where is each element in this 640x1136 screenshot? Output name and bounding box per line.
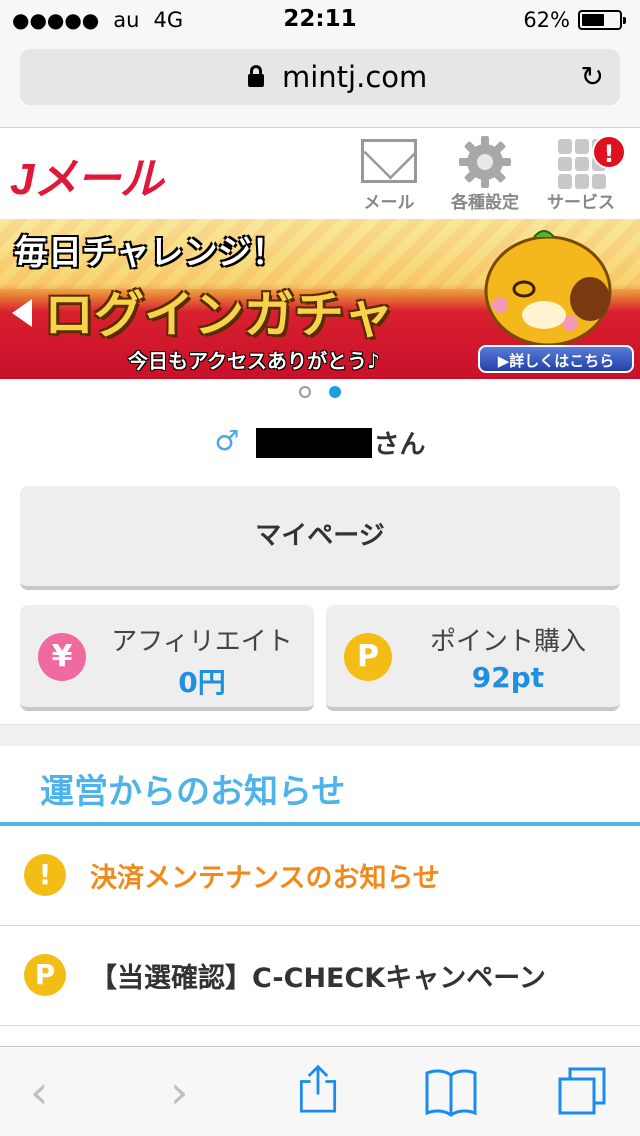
news-item-title: 決済メンテナンスのお知らせ [90, 863, 440, 894]
url-domain: mintj.com [282, 60, 428, 94]
redacted-username [255, 427, 372, 458]
site-header: Jメール メール 各種設定 ! サービス [0, 129, 640, 219]
browser-toolbar: ‹ › [0, 1046, 640, 1136]
carousel-dot-2[interactable] [329, 386, 341, 398]
mail-icon [361, 139, 417, 183]
nav-settings-button[interactable]: 各種設定 [440, 133, 530, 217]
news-item[interactable]: ! 決済メンテナンスのお知らせ [0, 826, 640, 926]
site-logo[interactable]: Jメール [10, 143, 163, 207]
back-icon[interactable]: ‹ [30, 1067, 48, 1117]
reload-icon[interactable]: ↻ [581, 63, 604, 91]
carousel-indicator [0, 386, 640, 406]
affiliate-value: 0円 [178, 666, 226, 699]
points-value: 92pt [471, 661, 545, 694]
affiliate-label: アフィリエイト [111, 627, 293, 657]
honorific: さん [373, 430, 426, 460]
affiliate-button[interactable]: ¥ アフィリエイト 0円 [20, 605, 314, 711]
banner-detail-button[interactable]: ▶詳しくはこちら [478, 345, 634, 373]
battery-icon [578, 10, 626, 30]
banner-title: ログインガチャ [44, 286, 394, 344]
status-bar: ●●●●● au 4G 22:11 62% [0, 0, 640, 40]
points-icon: P [24, 954, 66, 996]
lock-icon [248, 65, 264, 87]
male-icon: ♂ [214, 424, 240, 457]
section-divider [0, 724, 640, 746]
mascot-image [484, 230, 612, 345]
nav-settings-label: 各種設定 [451, 193, 519, 213]
forward-icon[interactable]: › [170, 1067, 188, 1117]
banner-prev-arrow-icon[interactable] [12, 299, 32, 327]
points-label: ポイント購入 [429, 627, 586, 657]
news-item[interactable]: P 【当選確認】C-CHECKキャンペーン [0, 926, 640, 1026]
point-purchase-button[interactable]: P ポイント購入 92pt [326, 605, 620, 711]
battery-percent: 62% [523, 8, 570, 32]
news-heading: 運営からのお知らせ [40, 772, 346, 812]
nav-services-button[interactable]: ! サービス [536, 133, 626, 217]
address-bar[interactable]: mintj.com ↻ [20, 49, 620, 105]
share-icon[interactable] [296, 1063, 340, 1113]
battery-info: 62% [523, 8, 626, 32]
banner-subtitle: 今日もアクセスありがとう♪ [128, 349, 380, 373]
points-icon: P [344, 633, 392, 681]
gear-icon [459, 136, 511, 188]
login-gacha-banner[interactable]: 毎日チャレンジ！ ログインガチャ 今日もアクセスありがとう♪ ▶詳しくはこちら [0, 219, 640, 379]
carousel-dot-1[interactable] [299, 386, 311, 398]
bookmarks-icon[interactable] [424, 1067, 478, 1117]
mypage-button[interactable]: マイページ [20, 486, 620, 590]
nav-mail-label: メール [363, 193, 415, 213]
yen-icon: ¥ [38, 633, 86, 681]
alert-badge: ! [592, 135, 626, 169]
news-item-title: 【当選確認】C-CHECKキャンペーン [90, 963, 546, 994]
user-greeting: ♂ さん [0, 424, 640, 464]
nav-services-label: サービス [547, 193, 615, 213]
banner-headline: 毎日チャレンジ！ [14, 233, 286, 273]
nav-mail-button[interactable]: メール [344, 133, 434, 217]
alert-icon: ! [24, 854, 66, 896]
tabs-icon[interactable] [556, 1067, 608, 1117]
browser-chrome: mintj.com ↻ [0, 40, 640, 128]
news-section-header: 運営からのお知らせ [0, 746, 640, 826]
